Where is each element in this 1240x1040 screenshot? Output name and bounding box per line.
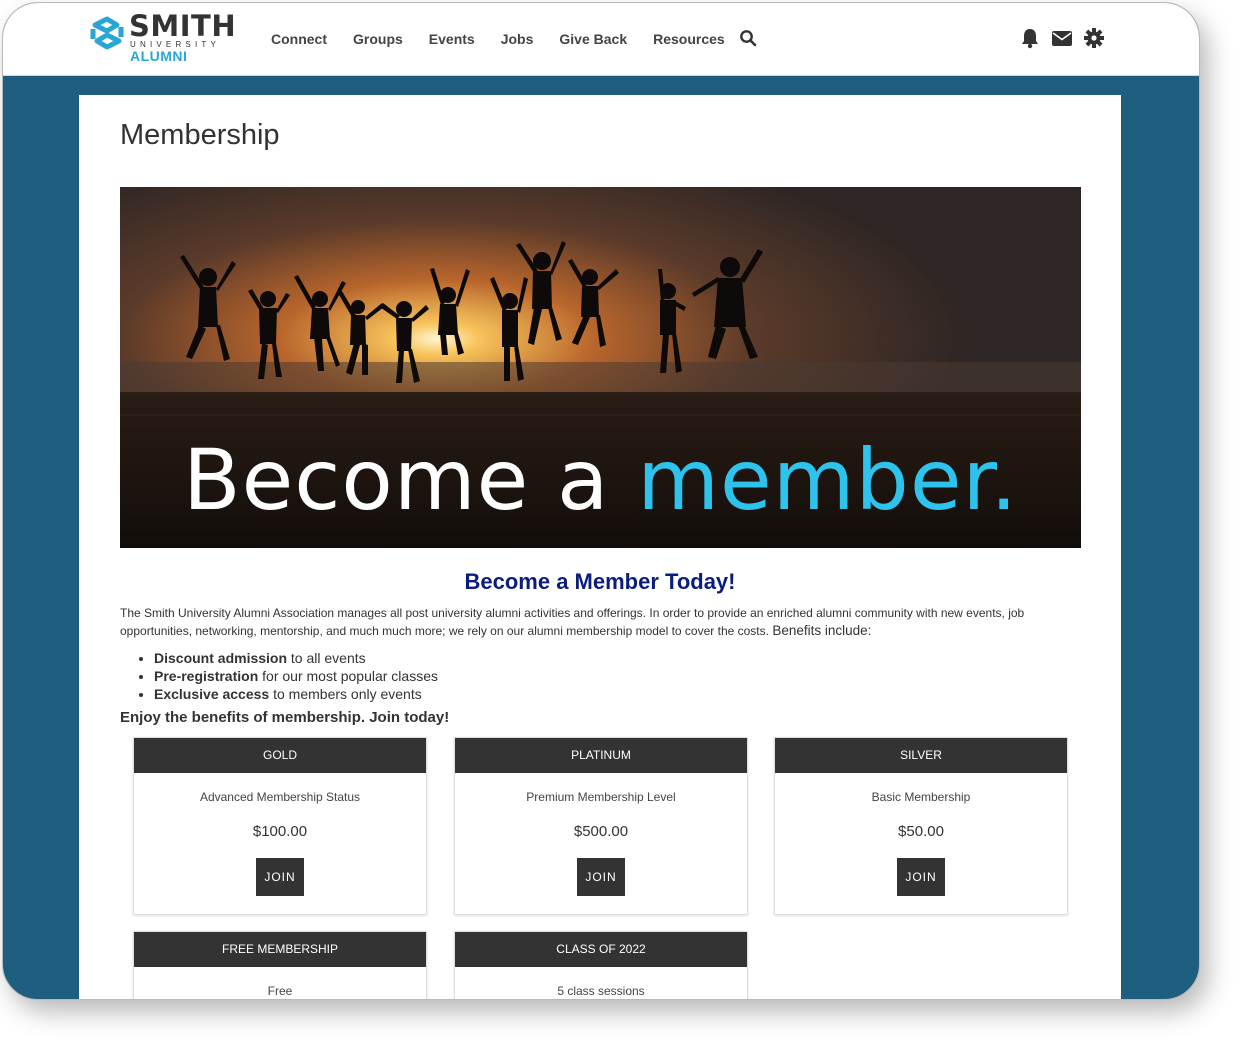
banner-text-accent: member. — [637, 431, 1019, 529]
tier-card-class-2022: CLASS OF 2022 5 class sessions — [454, 931, 748, 999]
benefit-rest: to all events — [287, 650, 366, 666]
nav-jobs[interactable]: Jobs — [501, 31, 534, 47]
content-card: Membership Become a member. Become a Mem… — [79, 95, 1121, 999]
tier-card-gold: GOLD Advanced Membership Status $100.00 … — [133, 737, 427, 915]
tier-description: 5 class sessions — [557, 984, 645, 998]
nav-connect[interactable]: Connect — [271, 31, 327, 47]
gear-icon[interactable] — [1083, 27, 1105, 49]
browser-frame: SMITH UNIVERSITY ALUMNI Connect Groups E… — [2, 2, 1200, 1000]
join-button[interactable]: JOIN — [897, 858, 945, 896]
tier-price: $50.00 — [898, 823, 944, 840]
tier-card-free: FREE MEMBERSHIP Free — [133, 931, 427, 999]
main-nav: Connect Groups Events Jobs Give Back Res… — [271, 31, 751, 47]
search-icon[interactable] — [739, 29, 757, 47]
site-logo[interactable]: SMITH UNIVERSITY ALUMNI — [89, 9, 236, 67]
tier-price: $500.00 — [573, 823, 629, 840]
nav-events[interactable]: Events — [429, 31, 475, 47]
tier-name: CLASS OF 2022 — [455, 932, 747, 967]
nav-give-back[interactable]: Give Back — [559, 31, 627, 47]
benefit-bold: Pre-registration — [154, 668, 259, 684]
bell-icon[interactable] — [1019, 27, 1041, 49]
tier-card-platinum: PLATINUM Premium Membership Level $500.0… — [454, 737, 748, 915]
benefit-bold: Discount admission — [154, 650, 288, 666]
tier-name: PLATINUM — [455, 738, 747, 773]
benefits-list: Discount admission to all events Pre-reg… — [120, 649, 438, 703]
tier-name: SILVER — [775, 738, 1067, 773]
tier-description: Free — [267, 984, 293, 998]
logo-mark-icon — [90, 16, 124, 50]
join-button[interactable]: JOIN — [256, 858, 304, 896]
section-heading: Become a Member Today! — [464, 569, 736, 594]
tier-description: Premium Membership Level — [526, 790, 676, 804]
logo-wordmark: SMITH — [129, 9, 237, 43]
enjoy-callout: Enjoy the benefits of membership. Join t… — [120, 709, 450, 726]
tier-description: Basic Membership — [871, 790, 971, 804]
tier-name: GOLD — [134, 738, 426, 773]
tier-description: Advanced Membership Status — [199, 790, 361, 804]
banner-text-plain: Become a — [182, 431, 638, 529]
benefit-rest: for our most popular classes — [258, 668, 438, 684]
intro-benefits-lead: Benefits include: — [772, 623, 872, 638]
benefit-item: Discount admission to all events — [154, 649, 438, 667]
user-tools — [1019, 27, 1115, 49]
benefit-rest: to members only events — [269, 686, 422, 702]
benefit-item: Pre-registration for our most popular cl… — [154, 667, 438, 685]
nav-groups[interactable]: Groups — [353, 31, 403, 47]
envelope-icon[interactable] — [1051, 27, 1073, 49]
tier-card-silver: SILVER Basic Membership $50.00 JOIN — [774, 737, 1068, 915]
page-title: Membership — [120, 119, 280, 151]
tier-price: $100.00 — [252, 823, 308, 840]
banner-headline: Become a member. — [120, 431, 1081, 529]
join-button[interactable]: JOIN — [577, 858, 625, 896]
intro-text: The Smith University Alumni Association … — [120, 606, 1025, 638]
logo-alumni-label: ALUMNI — [130, 48, 188, 64]
benefit-bold: Exclusive access — [154, 686, 270, 702]
top-navbar: SMITH UNIVERSITY ALUMNI Connect Groups E… — [3, 3, 1199, 76]
benefit-item: Exclusive access to members only events — [154, 685, 438, 703]
nav-resources[interactable]: Resources — [653, 31, 725, 47]
intro-paragraph: The Smith University Alumni Association … — [120, 604, 1060, 640]
tier-name: FREE MEMBERSHIP — [134, 932, 426, 967]
membership-banner: Become a member. — [120, 187, 1081, 548]
